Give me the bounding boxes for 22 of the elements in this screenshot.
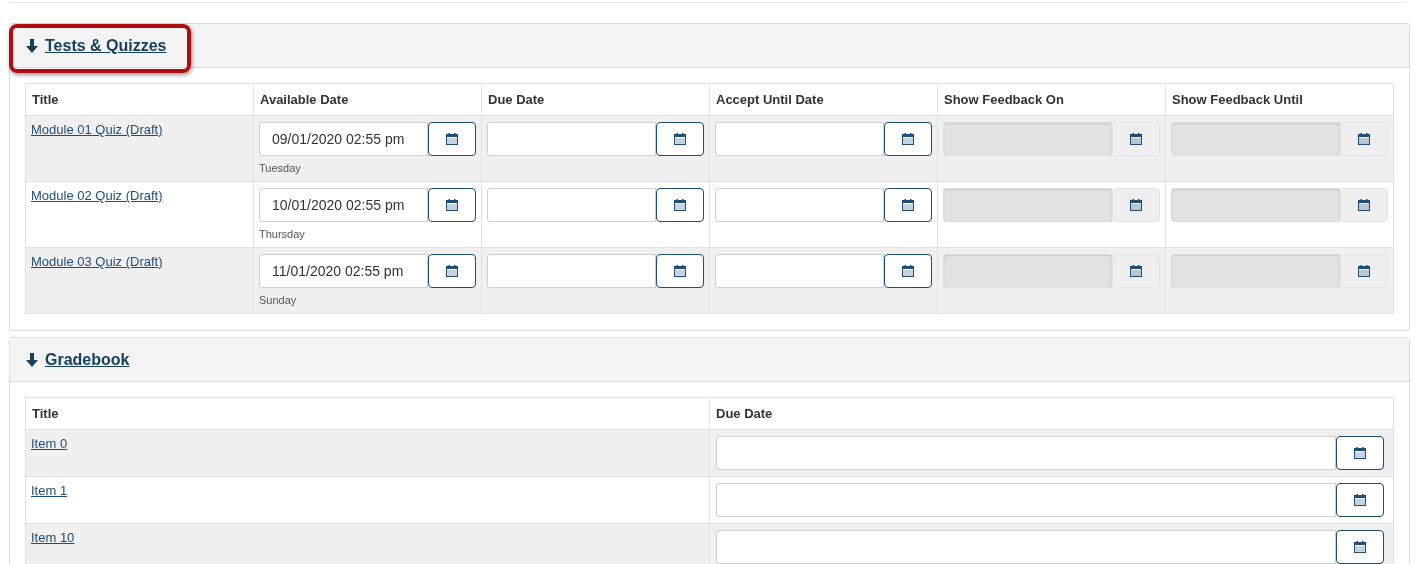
column-header: Title [25, 83, 254, 116]
section-title-link[interactable]: Tests & Quizzes [25, 36, 167, 55]
column-header: Available Date [253, 83, 482, 116]
column-header: Title [25, 397, 710, 430]
weekday-label: Thursday [259, 228, 306, 240]
item-link[interactable]: Item 1 [31, 483, 68, 498]
weekday-label: Tuesday [259, 162, 302, 174]
item-link[interactable]: Module 03 Quiz (Draft) [31, 254, 163, 269]
date-field[interactable]: 09/01/2020 02:55 pm [259, 122, 428, 156]
date-field[interactable]: 11/01/2020 02:55 pm [259, 254, 428, 288]
column-header: Due Date [481, 83, 710, 116]
column-header: Due Date [709, 397, 1394, 430]
item-link[interactable]: Module 01 Quiz (Draft) [31, 122, 163, 137]
item-link[interactable]: Item 10 [31, 530, 75, 545]
item-link[interactable]: Module 02 Quiz (Draft) [31, 188, 163, 203]
section-title-link[interactable]: Gradebook [25, 350, 130, 369]
date-field[interactable]: 10/01/2020 02:55 pm [259, 188, 428, 222]
column-header: Accept Until Date [709, 83, 938, 116]
weekday-label: Sunday [259, 294, 298, 306]
item-link[interactable]: Item 0 [31, 436, 68, 451]
column-header: Show Feedback Until [1165, 83, 1394, 116]
column-header: Show Feedback On [937, 83, 1166, 116]
